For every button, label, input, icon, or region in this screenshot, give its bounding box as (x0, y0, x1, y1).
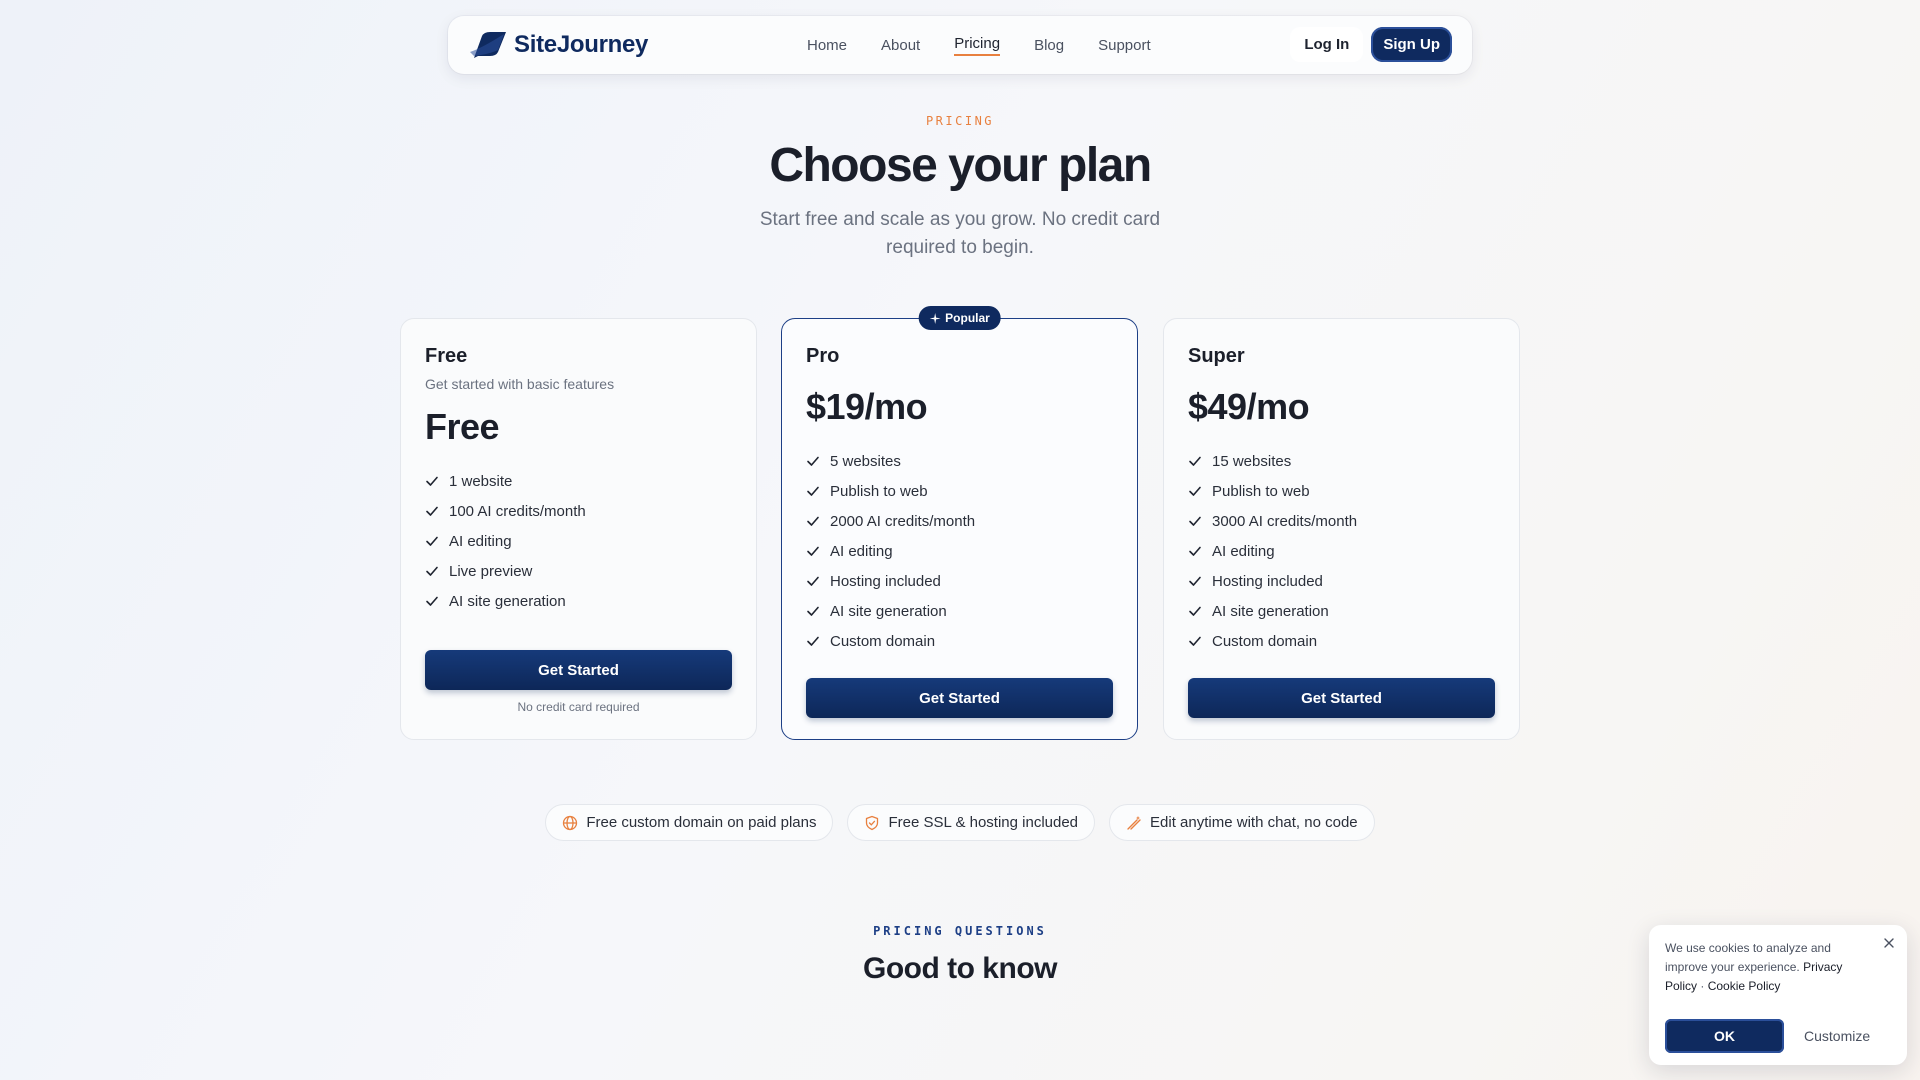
magic-wand-icon (1127, 815, 1141, 830)
login-button[interactable]: Log In (1290, 27, 1364, 62)
feature-item: 5 websites (806, 446, 1113, 476)
faq-eyebrow: PRICING QUESTIONS (873, 924, 1047, 938)
plan-name: Free (425, 345, 468, 367)
feature-item: Live preview (425, 556, 732, 586)
top-navigation-bar: SiteJourney Home About Pricing Blog Supp… (448, 16, 1472, 74)
feature-item: 2000 AI credits/month (806, 506, 1113, 536)
check-icon (1189, 636, 1201, 646)
feature-item: AI site generation (806, 596, 1113, 626)
signup-button[interactable]: Sign Up (1371, 27, 1452, 62)
nav-link-blog[interactable]: Blog (1034, 37, 1064, 54)
check-icon (426, 566, 438, 576)
nav-link-about[interactable]: About (881, 37, 920, 54)
check-icon (426, 596, 438, 606)
check-icon (426, 536, 438, 546)
plan-card-pro: Popular Pro $19/mo 5 websites Publish to… (781, 306, 1138, 740)
feature-item: Hosting included (1188, 566, 1495, 596)
cookie-message: We use cookies to analyze and improve yo… (1665, 941, 1843, 993)
plan-card-super: Super $49/mo 15 websites Publish to web … (1163, 318, 1520, 740)
check-icon (1189, 456, 1201, 466)
check-icon (1189, 546, 1201, 556)
close-icon[interactable] (1883, 937, 1895, 949)
check-icon (807, 606, 819, 616)
page-subtitle: Start free and scale as you grow. No cre… (759, 209, 1161, 258)
brand-logo-link[interactable]: SiteJourney (468, 30, 648, 60)
check-icon (807, 516, 819, 526)
feature-item: Publish to web (1188, 476, 1495, 506)
cookie-ok-button[interactable]: OK (1665, 1019, 1784, 1053)
plan-name: Super (1188, 345, 1245, 367)
cookie-customize-button[interactable]: Customize (1804, 1028, 1870, 1044)
feature-list: 1 website 100 AI credits/month AI editin… (425, 466, 732, 616)
highlight-pill: Edit anytime with chat, no code (1109, 804, 1375, 841)
feature-item: Custom domain (1188, 626, 1495, 656)
feature-item: AI editing (1188, 536, 1495, 566)
pricing-eyebrow: PRICING (925, 114, 995, 128)
check-icon (1189, 486, 1201, 496)
get-started-pro-button[interactable]: Get Started (806, 678, 1113, 718)
feature-item: AI editing (425, 526, 732, 556)
feature-item: 15 websites (1188, 446, 1495, 476)
check-icon (426, 476, 438, 486)
feature-list: 5 websites Publish to web 2000 AI credit… (806, 446, 1113, 656)
feature-item: 3000 AI credits/month (1188, 506, 1495, 536)
get-started-free-button[interactable]: Get Started (425, 650, 732, 690)
feature-item: Hosting included (806, 566, 1113, 596)
popular-badge: Popular (918, 306, 1001, 330)
plan-highlights: Free custom domain on paid plans Free SS… (0, 804, 1920, 841)
check-icon (1189, 606, 1201, 616)
feature-list: 15 websites Publish to web 3000 AI credi… (1188, 446, 1495, 656)
check-icon (1189, 516, 1201, 526)
no-credit-card-note: No credit card required (517, 700, 640, 714)
get-started-super-button[interactable]: Get Started (1188, 678, 1495, 718)
check-icon (1189, 576, 1201, 586)
feature-item: 1 website (425, 466, 732, 496)
check-icon (426, 506, 438, 516)
cookie-banner: We use cookies to analyze and improve yo… (1649, 925, 1907, 1065)
plan-name: Pro (806, 345, 840, 367)
plan-price: $19/mo (806, 386, 928, 427)
brand-name: SiteJourney (514, 31, 649, 58)
page-title: Choose your plan (769, 139, 1152, 192)
sitejourney-logo-icon (470, 32, 506, 58)
faq-title: Good to know (863, 952, 1057, 985)
highlight-pill: Free SSL & hosting included (847, 804, 1096, 841)
check-icon (807, 576, 819, 586)
shield-icon (866, 815, 879, 830)
globe-icon (563, 815, 578, 830)
check-icon (807, 486, 819, 496)
feature-item: 100 AI credits/month (425, 496, 732, 526)
feature-item: AI site generation (1188, 596, 1495, 626)
cookie-actions: OK Customize (1665, 1019, 1870, 1053)
primary-nav-links: Home About Pricing Blog Support (807, 16, 1185, 74)
cookie-policy-link[interactable]: Cookie Policy (1708, 979, 1781, 993)
auth-actions: Log In Sign Up (1290, 27, 1452, 62)
plan-description: Get started with basic features (425, 376, 615, 392)
nav-link-home[interactable]: Home (807, 37, 847, 54)
check-icon (807, 456, 819, 466)
feature-item: AI site generation (425, 586, 732, 616)
check-icon (807, 546, 819, 556)
plan-card-free: Free Get started with basic features Fre… (400, 318, 757, 740)
check-icon (807, 636, 819, 646)
nav-link-pricing[interactable]: Pricing (954, 35, 1001, 56)
nav-link-support[interactable]: Support (1098, 37, 1151, 54)
feature-item: Publish to web (806, 476, 1113, 506)
feature-item: AI editing (806, 536, 1113, 566)
sparkle-icon (929, 312, 941, 324)
plan-price: $49/mo (1188, 386, 1310, 427)
highlight-pill: Free custom domain on paid plans (545, 804, 834, 841)
feature-item: Custom domain (806, 626, 1113, 656)
plan-price: Free (425, 406, 500, 447)
